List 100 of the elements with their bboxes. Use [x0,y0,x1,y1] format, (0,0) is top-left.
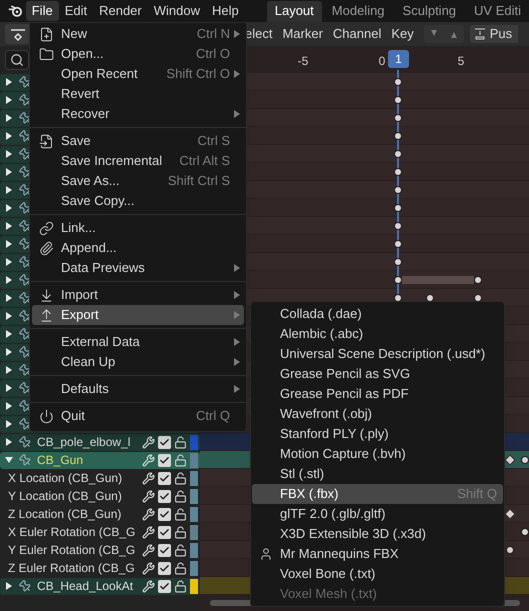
menu-item-label: Wavefront (.obj) [280,405,372,424]
menu-item-label: Collada (.dae) [280,305,362,324]
workspace-tab[interactable]: Sculpting [394,0,464,22]
menu-item[interactable]: New Ctrl N [32,24,244,44]
menu-item[interactable]: X3D Extensible 3D (.x3d) [252,524,503,544]
menu-bar-item[interactable]: Edit [58,1,94,21]
menu-item[interactable]: Revert [32,84,244,104]
menu-item-label: Recover [61,105,110,124]
menu-item[interactable]: External Data [32,332,244,352]
menu-item-label: Import [61,286,98,304]
menu-item[interactable]: Motion Capture (.bvh) [252,444,503,464]
channel-group-row[interactable]: CB_Gun [0,452,200,468]
menu-item[interactable]: Mr Mannequins FBX [252,544,503,564]
menu-item-label: X3D Extensible 3D (.x3d) [280,525,426,544]
menu-bar-item[interactable]: Help [206,1,245,21]
current-frame-indicator[interactable]: 1 [388,50,409,68]
menu-item[interactable]: Alembic (.abc) [252,324,503,344]
menu-item-label: Voxel Mesh (.txt) [280,585,377,604]
menu-item-label: Stanford PLY (.ply) [280,425,389,444]
menu-item[interactable]: Open Recent Shift Ctrl O [32,64,244,84]
menu-item[interactable]: Quit Ctrl Q [32,406,244,426]
menu-item-label: Save Incremental [61,152,162,170]
frame-number: -5 [298,53,308,70]
menu-item-label: Data Previews [61,259,145,278]
channel-name: X Location (CB_Gun) [8,470,122,487]
header-menu[interactable]: Key [391,24,414,44]
menu-item[interactable]: Collada (.dae) [252,304,503,324]
shortcut-label: Shift Ctrl O [166,65,230,84]
channel-group-row[interactable]: CB_Head_LookAt [0,578,200,594]
channel-name: X Euler Rotation (CB_G [8,524,136,541]
menu-item[interactable]: Clean Up [32,352,244,372]
header-menu[interactable]: Channel [332,24,382,44]
menu-item-label: Link... [61,219,96,238]
workspace-tab[interactable]: Layout [266,0,322,22]
frame-number: 0 [378,53,386,70]
menu-item[interactable]: Stanford PLY (.ply) [252,424,503,444]
menu-item-label: Stl (.stl) [280,465,324,484]
shortcut-label: Ctrl Alt S [179,152,230,170]
shortcut-label: Ctrl O [196,45,230,64]
menu-item-label: Universal Scene Description (.usd*) [280,345,486,364]
menu-item-label: Open... [61,45,104,64]
workspace-tab[interactable]: Modeling [324,0,393,22]
push-button[interactable]: Pus [470,25,518,43]
menu-item-label: Save Copy... [61,192,134,210]
channel-name: CB_pole_elbow_l [37,434,130,451]
menu-item[interactable]: Stl (.stl) [252,464,503,484]
menu-item[interactable]: Save Ctrl S [32,131,244,151]
menu-item-label: FBX (.fbx) [280,485,339,504]
shortcut-label: Ctrl Q [196,407,230,426]
menu-item[interactable]: Save As... Shift Ctrl S [32,171,244,191]
shortcut-label: Ctrl S [198,132,230,150]
menu-item[interactable]: Grease Pencil as SVG [252,364,503,384]
menu-item[interactable]: Wavefront (.obj) [252,404,503,424]
menu-item-label: External Data [61,333,140,352]
menu-item-label: Grease Pencil as SVG [280,365,410,384]
channel-name: Z Location (CB_Gun) [8,506,122,523]
menu-item[interactable]: Recover [32,104,244,124]
menu-item[interactable]: Universal Scene Description (.usd*) [252,344,503,364]
menu-item-label: Voxel Bone (.txt) [280,565,376,584]
menu-item[interactable]: Open... Ctrl O [32,44,244,64]
menu-bar-item[interactable]: Render [93,1,148,21]
menu-item-label: Clean Up [61,353,116,372]
menu-item-label: Defaults [61,380,109,398]
menu-item-label: Motion Capture (.bvh) [280,445,406,464]
menu-item-label: Mr Mannequins FBX [280,545,398,564]
menu-item[interactable]: Link... [32,218,244,238]
frame-number: 5 [458,53,464,70]
shortcut-label: Ctrl N [196,25,230,44]
menu-bar-item[interactable]: Window [148,1,206,21]
menu-item[interactable]: Save Incremental Ctrl Alt S [32,151,244,171]
menu-item[interactable]: Defaults [32,379,244,399]
menu-item-label: Revert [61,85,100,104]
menu-bar-item[interactable]: File [26,1,59,21]
channel-name: Y Location (CB_Gun) [8,488,122,505]
menu-item-label: New [61,25,88,44]
menu-item-label: Open Recent [61,65,138,84]
menu-item[interactable]: glTF 2.0 (.glb/.gltf) [252,504,503,524]
workspace-tab[interactable]: UV Editi [466,0,529,22]
menu-item-label: Grease Pencil as PDF [280,385,409,404]
menu-item[interactable]: Data Previews [32,258,244,278]
channel-group-row[interactable]: CB_pole_elbow_l [0,434,200,450]
menu-item-label: Append... [61,239,117,258]
menu-item-label: Save [61,132,91,150]
menu-item-label: Save As... [61,172,120,190]
menu-item[interactable]: Voxel Bone (.txt) [252,564,503,584]
menu-item-label: Alembic (.abc) [280,325,364,344]
menu-item-label: glTF 2.0 (.glb/.gltf) [280,505,386,524]
header-menu[interactable]: Marker [282,24,323,44]
menu-item[interactable]: Import [32,285,244,305]
menu-item[interactable]: Append... [32,238,244,258]
menu-item-label: Quit [61,407,85,426]
menu-item-label: Export [61,306,99,324]
menu-item[interactable]: Grease Pencil as PDF [252,384,503,404]
menu-item[interactable]: Export [32,305,244,325]
shortcut-label: Shift Ctrl S [168,172,230,190]
menu-item[interactable]: Save Copy... [32,191,244,211]
channel-name: CB_Head_LookAt [37,578,134,595]
channel-name: CB_Gun [37,452,84,469]
channel-name: Y Euler Rotation (CB_G [8,542,136,559]
channel-name: Z Euler Rotation (CB_G [8,560,135,577]
